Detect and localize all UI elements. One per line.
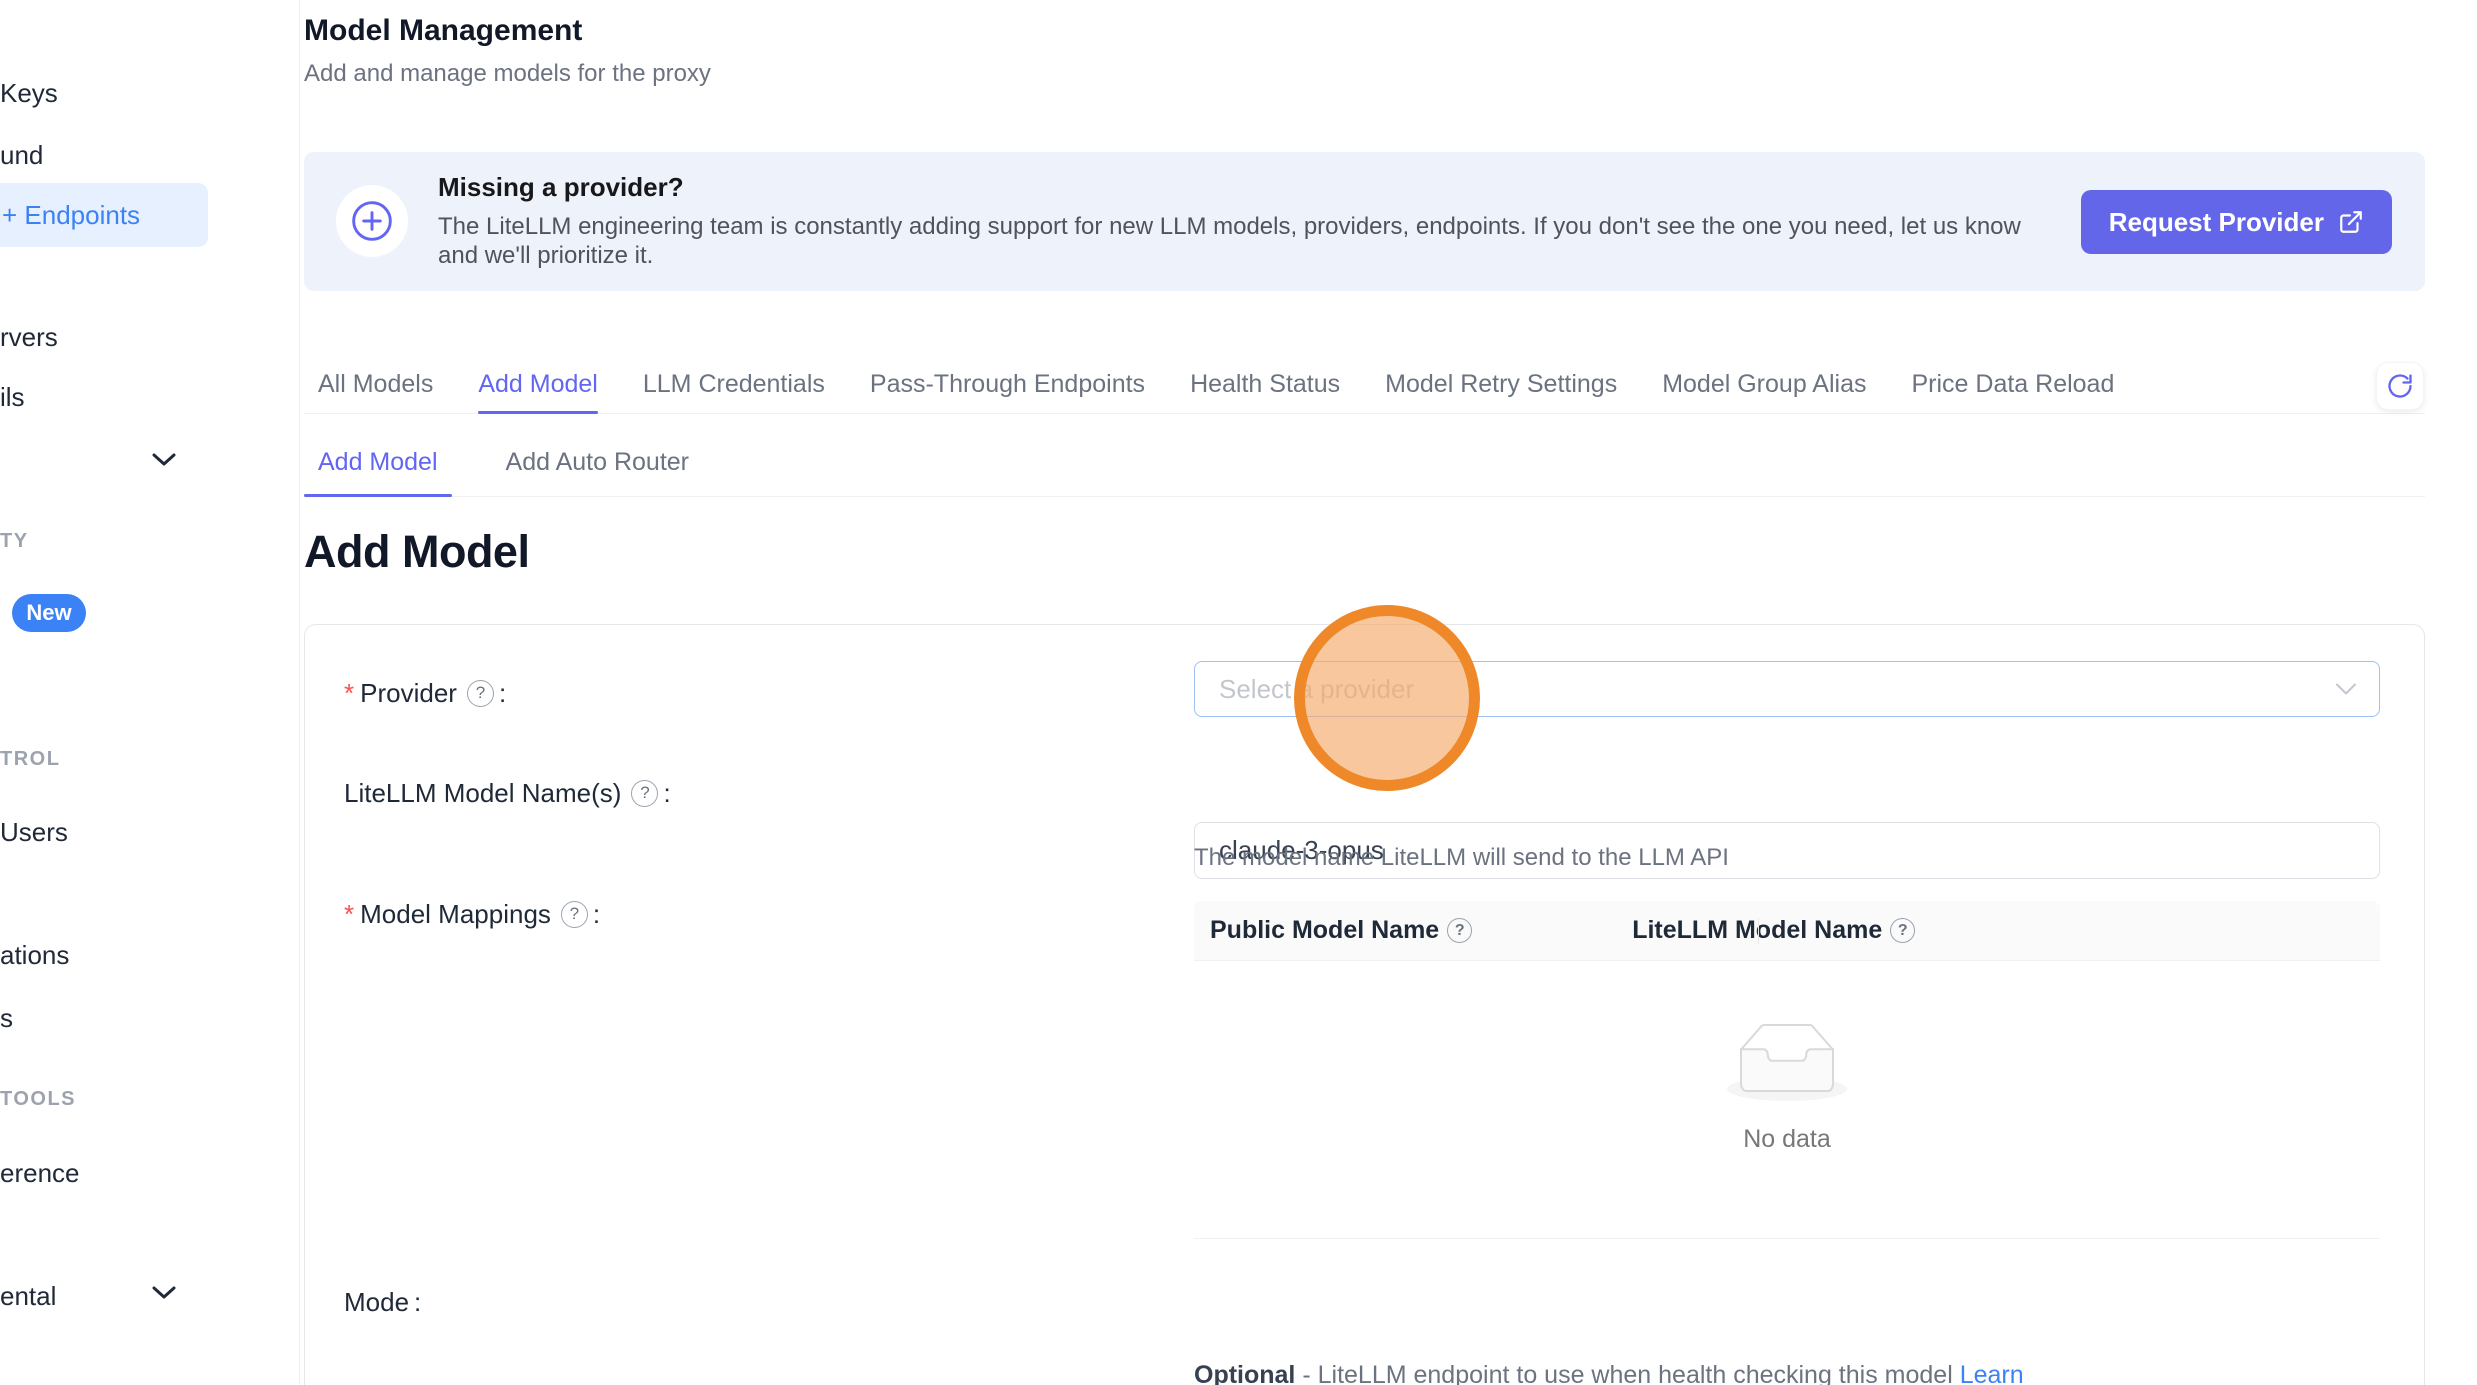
form-heading: Add Model — [304, 526, 529, 578]
sidebar-item-servers[interactable]: rvers — [0, 319, 58, 355]
banner-title: Missing a provider? — [438, 172, 684, 203]
model-mappings-label: * Model Mappings ? : — [344, 896, 600, 932]
sidebar-item-experimental[interactable]: ental — [0, 1278, 56, 1314]
provider-select-input[interactable] — [1219, 674, 2355, 705]
sidebar: Keys und + Endpoints rvers ils TY New TR… — [0, 0, 300, 1385]
table-bottom-border — [1194, 1238, 2380, 1239]
subtab-add-auto-router[interactable]: Add Auto Router — [492, 440, 703, 496]
external-link-icon — [2338, 209, 2364, 235]
subtab-add-model[interactable]: Add Model — [304, 440, 452, 496]
banner-body: The LiteLLM engineering team is constant… — [438, 212, 2038, 270]
sidebar-item-organizations[interactable]: ations — [0, 937, 69, 973]
sidebar-item-playground[interactable]: und — [0, 137, 43, 173]
sidebar-section-2: TROL — [0, 748, 60, 774]
mode-helper: Optional - LiteLLM endpoint to use when … — [1194, 1361, 2024, 1385]
sidebar-item-reference[interactable]: erence — [0, 1155, 80, 1191]
sidebar-section-1: TY — [0, 530, 29, 556]
required-mark: * — [344, 899, 354, 930]
no-data-text: No data — [1194, 1125, 2380, 1154]
sidebar-item-guardrails[interactable]: ils — [0, 379, 25, 415]
app-screen: Keys und + Endpoints rvers ils TY New TR… — [0, 0, 2477, 1385]
col-litellm-model-name: LiteLLM Model Name ? — [1632, 916, 1915, 945]
col-public-model-name: Public Model Name ? — [1210, 916, 1472, 945]
required-mark: * — [344, 678, 354, 709]
help-icon[interactable]: ? — [1890, 918, 1915, 943]
sidebar-item-models-endpoints[interactable]: + Endpoints — [0, 183, 208, 247]
learn-more-link[interactable]: Learn — [1960, 1361, 2024, 1385]
sidebar-item-keys[interactable]: Keys — [0, 75, 58, 111]
new-badge: New — [12, 594, 86, 632]
empty-state — [1194, 1023, 2380, 1110]
tab-model-group-alias[interactable]: Model Group Alias — [1662, 364, 1866, 413]
model-name-label: LiteLLM Model Name(s) ? : — [344, 775, 671, 811]
refresh-icon — [2386, 372, 2414, 400]
page-subtitle: Add and manage models for the proxy — [304, 60, 711, 88]
tab-add-model[interactable]: Add Model — [478, 364, 598, 413]
refresh-button[interactable] — [2376, 362, 2424, 410]
missing-provider-banner: Missing a provider? The LiteLLM engineer… — [304, 152, 2425, 291]
model-tabs: All Models Add Model LLM Credentials Pas… — [304, 364, 2425, 414]
chevron-down-icon — [2335, 683, 2357, 696]
chevron-down-icon — [152, 453, 176, 467]
sidebar-item-users[interactable]: Users — [0, 814, 68, 850]
request-provider-button[interactable]: Request Provider — [2081, 190, 2392, 254]
tab-price-data-reload[interactable]: Price Data Reload — [1911, 364, 2114, 413]
sidebar-item-teams[interactable]: s — [0, 1000, 13, 1036]
chevron-down-icon — [152, 1286, 176, 1300]
tab-pass-through-endpoints[interactable]: Pass-Through Endpoints — [870, 364, 1145, 413]
sidebar-group-toggle[interactable] — [152, 442, 176, 478]
sidebar-section-3: TOOLS — [0, 1088, 76, 1114]
help-icon[interactable]: ? — [631, 780, 658, 807]
tab-llm-credentials[interactable]: LLM Credentials — [643, 364, 825, 413]
add-model-form-card: * Provider ? : LiteLLM Model Name(s) ? :… — [304, 624, 2425, 1385]
tab-health-status[interactable]: Health Status — [1190, 364, 1340, 413]
help-icon[interactable]: ? — [467, 680, 494, 707]
provider-select[interactable] — [1194, 661, 2380, 717]
mode-label: Mode : — [344, 1284, 421, 1320]
header-divider — [1758, 918, 1759, 944]
model-name-helper: The model name LiteLLM will send to the … — [1194, 844, 1729, 872]
help-icon[interactable]: ? — [561, 901, 588, 928]
help-icon[interactable]: ? — [1447, 918, 1472, 943]
add-model-subtabs: Add Model Add Auto Router — [304, 440, 2425, 497]
empty-inbox-icon — [1723, 1023, 1851, 1105]
plus-circle-icon — [336, 185, 408, 257]
page-title: Model Management — [304, 14, 582, 48]
provider-label: * Provider ? : — [344, 675, 506, 711]
tab-all-models[interactable]: All Models — [318, 364, 433, 413]
tab-model-retry-settings[interactable]: Model Retry Settings — [1385, 364, 1617, 413]
mappings-table-header: Public Model Name ? LiteLLM Model Name ? — [1194, 901, 2380, 961]
